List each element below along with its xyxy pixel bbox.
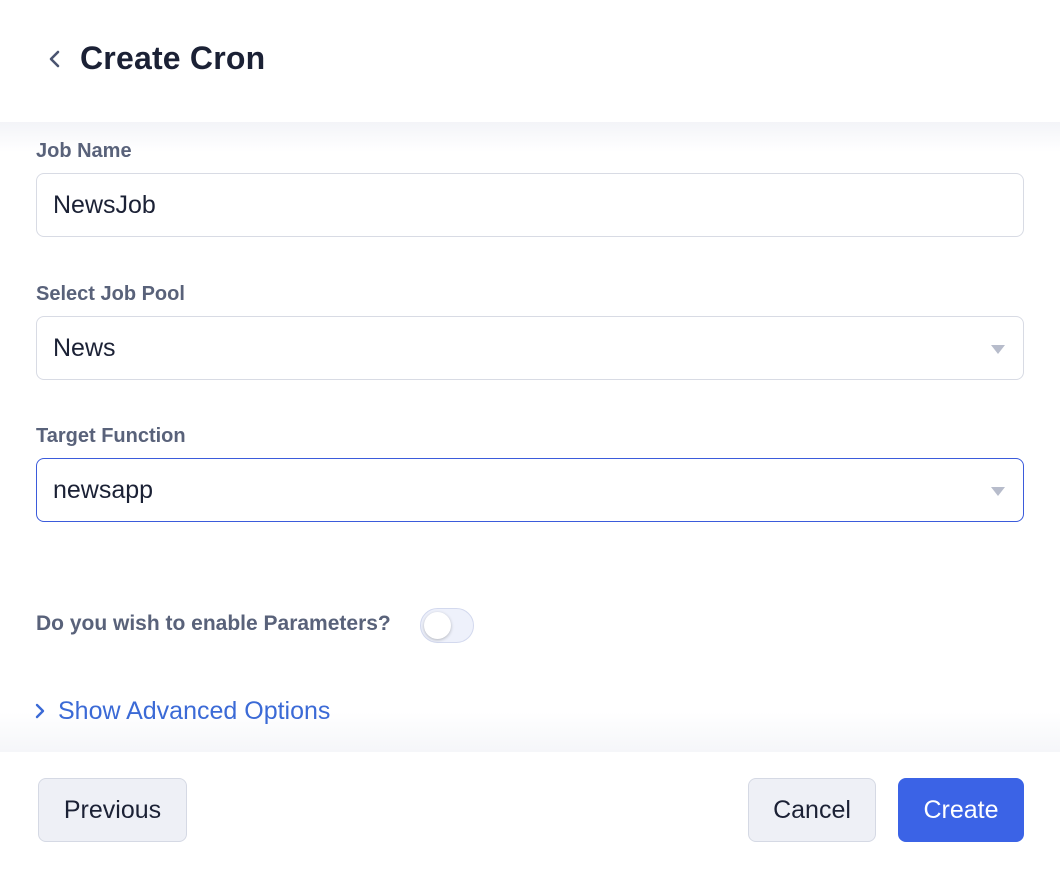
show-advanced-options-label: Show Advanced Options [58,696,331,725]
target-function-value: newsapp [53,475,154,504]
create-cron-page: Create Cron Job Name NewsJob Select Job … [0,0,1060,880]
target-function-select[interactable]: newsapp [36,458,1024,522]
page-title: Create Cron [80,40,266,76]
parameters-toggle[interactable] [420,608,474,643]
chevron-left-icon [49,50,60,68]
caret-down-icon [991,345,1005,354]
job-name-input[interactable]: NewsJob [36,173,1024,237]
chevron-right-icon [35,703,45,719]
job-pool-value: News [53,333,116,362]
create-button[interactable]: Create [898,778,1024,842]
toggle-knob [424,612,451,639]
page-header: Create Cron [0,0,1060,122]
target-function-label: Target Function [36,425,186,447]
form-body: Job Name NewsJob Select Job Pool News Ta… [0,122,1060,752]
job-name-value: NewsJob [53,190,156,219]
job-name-label: Job Name [36,140,132,162]
caret-down-icon [991,487,1005,496]
job-pool-select[interactable]: News [36,316,1024,380]
cancel-button[interactable]: Cancel [748,778,876,842]
show-advanced-options-link[interactable]: Show Advanced Options [34,694,330,728]
form-footer: Previous Cancel Create [0,752,1060,880]
parameters-label: Do you wish to enable Parameters? [36,612,391,635]
job-pool-label: Select Job Pool [36,283,185,305]
previous-button[interactable]: Previous [38,778,187,842]
back-button[interactable] [38,42,70,76]
